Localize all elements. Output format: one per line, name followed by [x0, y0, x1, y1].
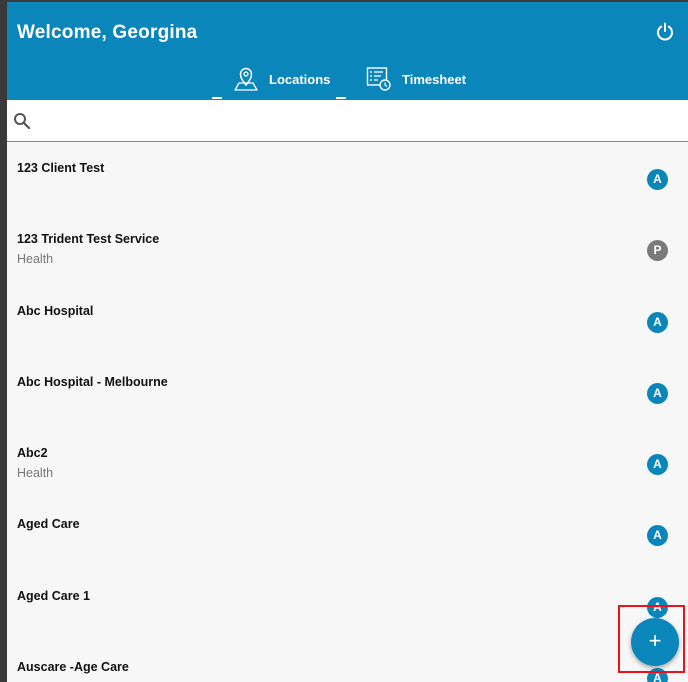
search-bar: [7, 100, 688, 142]
location-name: Abc Hospital: [17, 303, 94, 318]
list-item[interactable]: Auscare -Age Care A: [7, 642, 688, 682]
location-name: Aged Care 1: [17, 588, 90, 603]
timesheet-icon: [366, 67, 391, 91]
location-name: 123 Trident Test Service: [17, 232, 160, 247]
status-badge: A: [647, 311, 668, 333]
location-name: Abc2: [17, 446, 48, 461]
list-item[interactable]: Aged Care 1 A: [7, 571, 688, 642]
location-name: 123 Client Test: [17, 161, 105, 175]
list-item[interactable]: 123 Trident Test Service Health P: [7, 214, 688, 285]
power-icon[interactable]: [654, 21, 676, 43]
page-title: Welcome, Georgina: [17, 22, 198, 43]
location-name: Abc Hospital - Melbourne: [17, 374, 168, 389]
location-name: Aged Care: [17, 517, 80, 532]
location-subtitle: Health: [17, 466, 54, 481]
list-item[interactable]: Aged Care A: [7, 499, 688, 570]
location-subtitle: Health: [17, 252, 54, 267]
status-badge: A: [647, 454, 668, 476]
list-item[interactable]: Abc Hospital A: [7, 286, 688, 357]
tab-timesheet-label: Timesheet: [402, 72, 467, 87]
app-window: Welcome, Georgina Locations Timesheet 12…: [7, 2, 688, 682]
status-badge: P: [647, 240, 668, 262]
map-pin-icon: [234, 67, 258, 91]
list-item[interactable]: 123 Client Test A: [7, 143, 688, 214]
highlight-box: [618, 605, 685, 673]
search-icon: [14, 113, 31, 130]
status-badge: A: [647, 525, 668, 547]
tab-indicator: [336, 97, 346, 99]
tab-timesheet[interactable]: Timesheet: [366, 66, 466, 100]
tab-locations[interactable]: Locations: [233, 66, 330, 100]
list-item[interactable]: Abc2 Health A: [7, 428, 688, 499]
tab-indicator: [212, 97, 222, 99]
location-list: 123 Client Test A 123 Trident Test Servi…: [7, 143, 688, 682]
tab-locations-label: Locations: [269, 72, 331, 87]
location-name: Auscare -Age Care: [17, 660, 129, 675]
status-badge: A: [647, 169, 668, 190]
search-input[interactable]: [41, 106, 671, 136]
list-item[interactable]: Abc Hospital - Melbourne A: [7, 357, 688, 428]
header-bar: Welcome, Georgina Locations Timesheet: [7, 2, 688, 100]
status-badge: A: [647, 382, 668, 404]
